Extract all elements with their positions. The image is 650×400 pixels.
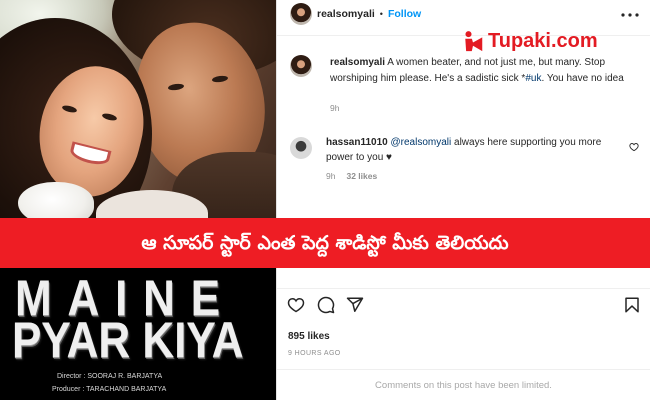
white-dove bbox=[18, 182, 94, 218]
poster-credit-director: Director : SOORAJ R. BARJATYA bbox=[57, 373, 163, 380]
likes-count[interactable]: 895 likes bbox=[288, 331, 330, 343]
poster-title-area: MAINE PYAR KIYA Director : SOORAJ R. BAR… bbox=[0, 268, 276, 400]
follow-button[interactable]: Follow bbox=[388, 8, 421, 20]
caption-timestamp[interactable]: 9h bbox=[330, 102, 339, 114]
paper-plane-icon[interactable] bbox=[346, 296, 364, 314]
comments-limited-notice: Comments on this post have been limited. bbox=[375, 380, 552, 391]
poster-credit-producer: Producer : TARACHAND BARJATYA bbox=[52, 386, 167, 393]
post-header: realsomyali • Follow bbox=[290, 3, 421, 25]
heart-outline-icon[interactable] bbox=[287, 296, 305, 314]
more-options-icon[interactable] bbox=[621, 13, 639, 17]
tupaki-watermark: Tupaki.com bbox=[463, 29, 598, 53]
bookmark-icon[interactable] bbox=[623, 296, 641, 314]
caption-avatar[interactable] bbox=[290, 55, 312, 77]
actions-divider bbox=[277, 288, 650, 289]
comment-meta: 9h 32 likes bbox=[326, 170, 377, 182]
movie-poster: MAINE PYAR KIYA Director : SOORAJ R. BAR… bbox=[0, 0, 276, 400]
post-timestamp[interactable]: 9 HOURS AGO bbox=[288, 349, 341, 359]
header-username[interactable]: realsomyali bbox=[317, 8, 375, 20]
caption-username[interactable]: realsomyali bbox=[330, 57, 385, 68]
news-graphic: MAINE PYAR KIYA Director : SOORAJ R. BAR… bbox=[0, 0, 650, 400]
comment-mention-link[interactable]: @realsomyali bbox=[391, 137, 452, 148]
comment-bubble-icon[interactable] bbox=[317, 296, 335, 314]
post-caption: realsomyali A women beater, and not just… bbox=[330, 55, 630, 87]
comment-avatar[interactable] bbox=[290, 137, 312, 159]
headline-text: ఆ సూపర్ స్టార్ ఎంత పెద్ద శాడిస్టో మీకు త… bbox=[141, 232, 509, 254]
caption-hashtag-link[interactable]: #uk bbox=[525, 73, 541, 84]
tupaki-logo-icon bbox=[465, 31, 483, 52]
footer-divider bbox=[277, 369, 650, 370]
headline-banner: ఆ సూపర్ స్టార్ ఎంత పెద్ద శాడిస్టో మీకు త… bbox=[0, 218, 650, 268]
instagram-post-panel: realsomyali • Follow Tupaki.com realsomy… bbox=[276, 0, 650, 400]
poster-title-line2: PYAR KIYA bbox=[12, 312, 244, 368]
comment-username[interactable]: hassan11010 bbox=[326, 137, 388, 148]
comment-timestamp[interactable]: 9h bbox=[326, 171, 335, 181]
comment: hassan11010 @realsomyali always here sup… bbox=[326, 135, 611, 165]
heart-outline-icon[interactable] bbox=[629, 142, 639, 152]
header-separator: • bbox=[379, 9, 383, 19]
avatar[interactable] bbox=[290, 3, 312, 25]
caption-text-end: . You have no idea bbox=[541, 73, 624, 84]
comment-likes[interactable]: 32 likes bbox=[346, 171, 377, 181]
poster-photo bbox=[0, 0, 276, 218]
tupaki-brand-text: Tupaki.com bbox=[488, 30, 598, 52]
